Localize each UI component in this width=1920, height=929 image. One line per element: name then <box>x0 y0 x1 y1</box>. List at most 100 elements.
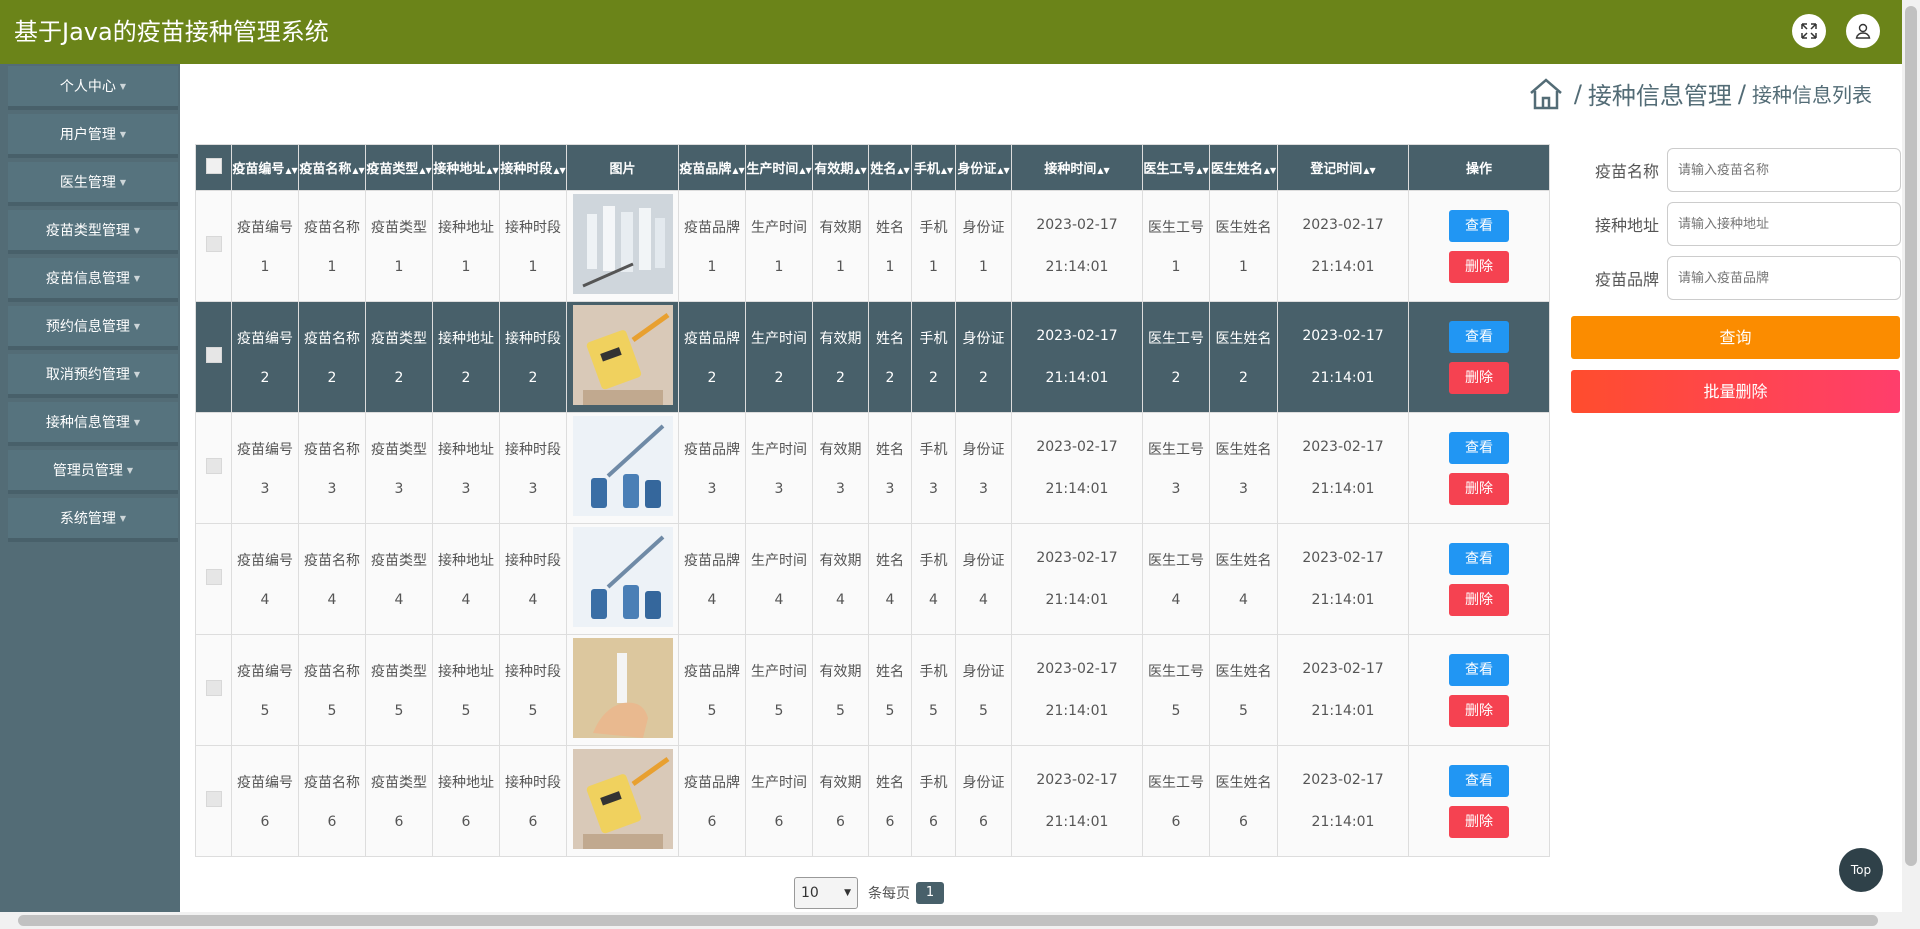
column-header[interactable]: 疫苗编号▲▼ <box>231 144 299 191</box>
action-cell: 查看 删除 <box>1408 523 1550 635</box>
delete-button[interactable]: 删除 <box>1449 583 1509 616</box>
table-cell: 姓名 1 <box>868 190 912 302</box>
query-button[interactable]: 查询 <box>1571 316 1900 359</box>
table-cell: 医生姓名 6 <box>1209 745 1278 857</box>
sidebar-item-appointment-management[interactable]: 预约信息管理 ▼ <box>8 306 178 350</box>
row-checkbox[interactable] <box>195 190 232 302</box>
table-cell: 医生工号 6 <box>1142 745 1210 857</box>
sort-icon: ▲▼ <box>1363 166 1376 175</box>
fullscreen-icon <box>1801 23 1817 39</box>
sidebar-item-label: 预约信息管理 <box>45 319 130 335</box>
view-button[interactable]: 查看 <box>1449 431 1509 464</box>
column-header[interactable]: 疫苗名称▲▼ <box>298 144 366 191</box>
column-header[interactable]: 医生工号▲▼ <box>1142 144 1210 191</box>
table-cell: 疫苗类型 2 <box>365 301 433 413</box>
delete-button[interactable]: 删除 <box>1449 694 1509 727</box>
table-cell: 姓名 3 <box>868 412 912 524</box>
column-header[interactable]: 疫苗类型▲▼ <box>365 144 433 191</box>
address-input[interactable] <box>1667 202 1901 246</box>
delete-button[interactable]: 删除 <box>1449 472 1509 505</box>
table-cell: 2023-02-17 21:14:01 <box>1011 745 1143 857</box>
column-header[interactable]: 接种时段▲▼ <box>499 144 567 191</box>
sidebar-item-vaccine-type-management[interactable]: 疫苗类型管理 ▼ <box>8 210 178 254</box>
column-header[interactable]: 医生姓名▲▼ <box>1209 144 1278 191</box>
view-button[interactable]: 查看 <box>1449 209 1509 242</box>
brand-input[interactable] <box>1667 256 1901 300</box>
sort-icon: ▲▼ <box>352 166 365 175</box>
sidebar-item-system-management[interactable]: 系统管理 ▼ <box>8 498 178 542</box>
delete-button[interactable]: 删除 <box>1449 361 1509 394</box>
view-button[interactable]: 查看 <box>1449 542 1509 575</box>
table-cell: 姓名 4 <box>868 523 912 635</box>
column-header[interactable]: 有效期▲▼ <box>812 144 869 191</box>
table-cell: 有效期 1 <box>812 190 869 302</box>
sidebar-item-label: 取消预约管理 <box>45 367 130 383</box>
sidebar-item-personal-center[interactable]: 个人中心 ▼ <box>8 66 178 110</box>
table-cell: 疫苗品牌 4 <box>678 523 746 635</box>
table-cell: 接种时段 1 <box>499 190 567 302</box>
table-cell: 接种地址 2 <box>432 301 500 413</box>
batch-delete-button[interactable]: 批量删除 <box>1571 370 1900 413</box>
sidebar-item-user-management[interactable]: 用户管理 ▼ <box>8 114 178 158</box>
table-cell: 有效期 5 <box>812 634 869 746</box>
table-cell: 接种地址 5 <box>432 634 500 746</box>
table-cell: 身份证 2 <box>955 301 1012 413</box>
table-cell: 2023-02-17 21:14:01 <box>1011 412 1143 524</box>
table-cell: 接种时段 3 <box>499 412 567 524</box>
table-cell: 2023-02-17 21:14:01 <box>1011 634 1143 746</box>
fullscreen-button[interactable] <box>1792 14 1826 48</box>
table-cell: 生产时间 4 <box>745 523 813 635</box>
sidebar-item-vaccine-info-management[interactable]: 疫苗信息管理 ▼ <box>8 258 178 302</box>
column-header[interactable]: 疫苗品牌▲▼ <box>678 144 746 191</box>
row-checkbox[interactable] <box>195 412 232 524</box>
page-number-current[interactable]: 1 <box>916 882 944 904</box>
delete-button[interactable]: 删除 <box>1449 250 1509 283</box>
column-header[interactable]: 身份证▲▼ <box>955 144 1012 191</box>
page-size-select[interactable]: 10 ▼ <box>794 877 858 909</box>
sidebar: 个人中心 ▼ 用户管理 ▼ 医生管理 ▼ 疫苗类型管理 ▼ 疫苗信息管理 ▼ 预约信息管理… <box>0 64 180 912</box>
sidebar-item-vaccination-management[interactable]: 接种信息管理 ▼ <box>8 402 178 446</box>
sidebar-item-admin-management[interactable]: 管理员管理 ▼ <box>8 450 178 494</box>
table-row: 疫苗编号 6 疫苗名称 6 疫苗类型 6 接种地址 6 接种时段 6 疫苗品牌 6 生产时间 6 有效期 6 姓… <box>195 745 1550 857</box>
breadcrumb-main[interactable]: 接种信息管理 <box>1588 76 1732 111</box>
row-checkbox[interactable] <box>195 745 232 857</box>
table-cell: 手机 2 <box>911 301 956 413</box>
horizontal-scrollbar[interactable] <box>18 915 1878 926</box>
table-cell: 身份证 1 <box>955 190 1012 302</box>
sort-icon: ▲▼ <box>1263 166 1277 175</box>
row-checkbox[interactable] <box>195 523 232 635</box>
table-cell: 医生姓名 2 <box>1209 301 1278 413</box>
column-header[interactable]: 登记时间▲▼ <box>1277 144 1409 191</box>
table-cell: 接种地址 6 <box>432 745 500 857</box>
table-cell: 手机 3 <box>911 412 956 524</box>
caret-down-icon: ▼ <box>133 225 141 235</box>
view-button[interactable]: 查看 <box>1449 653 1509 686</box>
action-cell: 查看 删除 <box>1408 745 1550 857</box>
home-icon[interactable] <box>1528 77 1564 111</box>
table-cell: 姓名 2 <box>868 301 912 413</box>
vertical-scrollbar[interactable] <box>1905 6 1917 866</box>
sidebar-item-doctor-management[interactable]: 医生管理 ▼ <box>8 162 178 206</box>
row-checkbox[interactable] <box>195 634 232 746</box>
table-cell: 医生姓名 4 <box>1209 523 1278 635</box>
view-button[interactable]: 查看 <box>1449 320 1509 353</box>
pagination: 10 ▼ 条每页 1 <box>794 877 944 909</box>
vaccine-name-input[interactable] <box>1667 148 1901 192</box>
column-header[interactable]: 接种时间▲▼ <box>1011 144 1143 191</box>
back-to-top-button[interactable]: Top <box>1839 848 1883 892</box>
table-cell: 疫苗类型 3 <box>365 412 433 524</box>
view-button[interactable]: 查看 <box>1449 764 1509 797</box>
column-header[interactable]: 接种地址▲▼ <box>432 144 500 191</box>
table-cell: 手机 4 <box>911 523 956 635</box>
column-header[interactable]: 姓名▲▼ <box>868 144 912 191</box>
sort-icon: ▲▼ <box>854 166 867 175</box>
search-row: 接种地址 <box>1571 202 1901 246</box>
column-header[interactable]: 生产时间▲▼ <box>745 144 813 191</box>
breadcrumb: / 接种信息管理 / 接种信息列表 <box>1528 76 1872 111</box>
user-button[interactable] <box>1846 14 1880 48</box>
sidebar-item-cancel-appointment-management[interactable]: 取消预约管理 ▼ <box>8 354 178 398</box>
row-checkbox[interactable] <box>195 301 232 413</box>
delete-button[interactable]: 删除 <box>1449 805 1509 838</box>
select-all-checkbox[interactable] <box>195 144 232 191</box>
column-header[interactable]: 手机▲▼ <box>911 144 956 191</box>
